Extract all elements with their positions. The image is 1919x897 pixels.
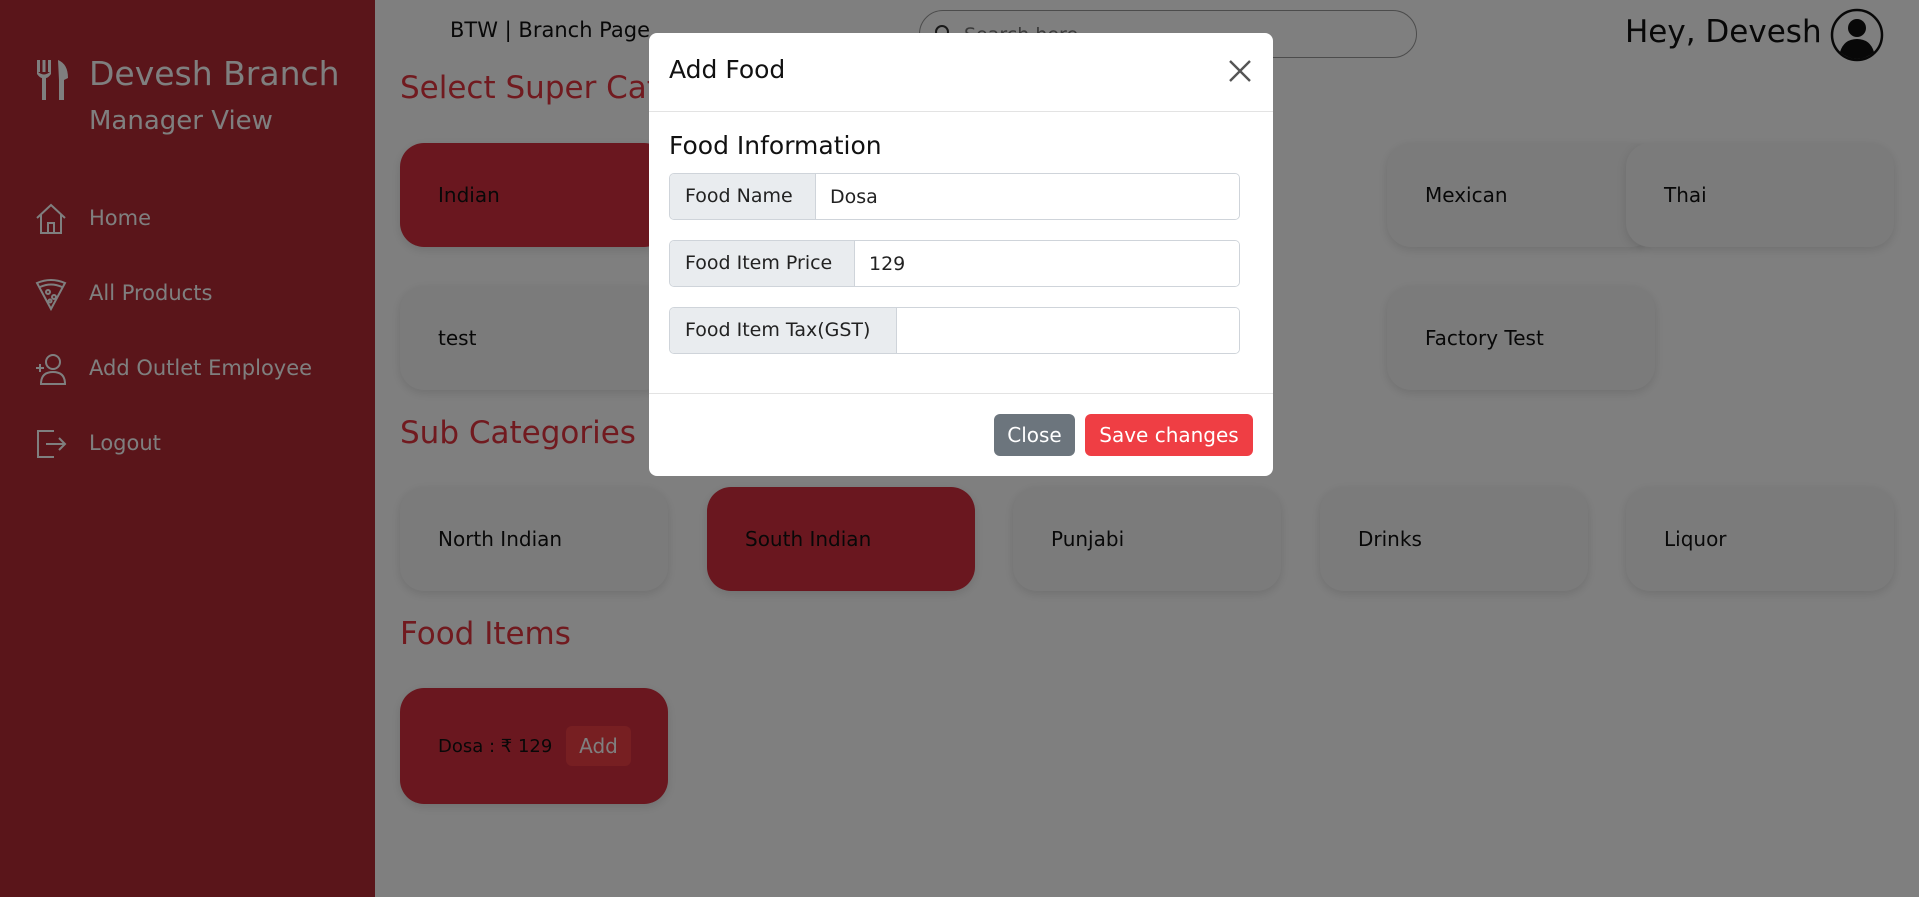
close-icon[interactable] <box>1227 58 1253 84</box>
modal-title: Add Food <box>669 55 786 84</box>
food-price-label: Food Item Price <box>670 241 855 286</box>
close-button[interactable]: Close <box>994 414 1075 456</box>
food-price-group: Food Item Price <box>669 240 1240 287</box>
food-name-group: Food Name <box>669 173 1240 220</box>
food-price-field[interactable] <box>855 241 1239 286</box>
form-heading: Food Information <box>669 131 882 160</box>
food-name-field[interactable] <box>816 174 1239 219</box>
food-name-label: Food Name <box>670 174 816 219</box>
save-changes-button[interactable]: Save changes <box>1085 414 1253 456</box>
modal-footer-divider <box>649 393 1273 394</box>
modal-header: Add Food <box>649 33 1273 112</box>
add-food-modal: Add Food Food Information Food Name Food… <box>649 33 1273 476</box>
food-tax-field[interactable] <box>897 308 1239 353</box>
food-tax-label: Food Item Tax(GST) <box>670 308 897 353</box>
food-tax-group: Food Item Tax(GST) <box>669 307 1240 354</box>
